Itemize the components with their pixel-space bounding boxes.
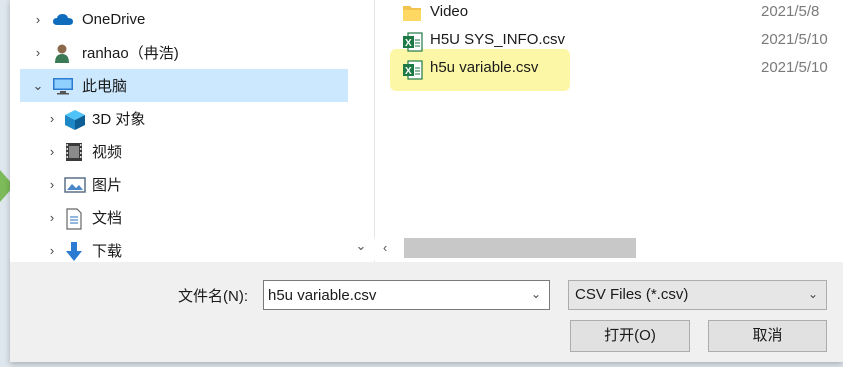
chevron-right-icon[interactable]: › [46,112,58,125]
chevron-right-icon[interactable]: › [32,46,44,59]
video-icon [64,142,84,162]
scroll-left-icon[interactable]: ‹ [383,240,397,256]
chevron-down-icon[interactable]: ⌄ [529,287,543,301]
scroll-down-icon[interactable]: ⌄ [353,238,369,254]
chevron-down-icon[interactable]: ⌄ [808,287,818,301]
document-icon [64,207,84,230]
filetype-selected-label: CSV Files (*.csv) [575,286,689,303]
file-row-h5u-sys-info[interactable]: X H5U SYS_INFO.csv 2021/5/10 [380,27,840,55]
open-button[interactable]: 打开(O) [570,320,690,352]
filename-label: 文件名(N): [178,288,248,305]
horizontal-scroll-thumb[interactable] [404,238,636,258]
filename-input[interactable] [268,285,518,305]
computer-icon [52,76,73,96]
navigation-pane: › OneDrive › ranhao（冉浩) ⌄ 此电脑 › 3D 对象 › … [10,0,374,262]
chevron-right-icon[interactable]: › [46,145,58,158]
file-name: H5U SYS_INFO.csv [430,31,566,48]
cloud-icon [52,10,73,30]
nav-item-onedrive[interactable]: › OneDrive [20,3,358,36]
cube-icon [64,109,85,130]
nav-item-this-pc[interactable]: ⌄ 此电脑 [20,69,358,102]
chevron-down-icon[interactable]: ⌄ [32,79,44,92]
chevron-right-icon[interactable]: › [32,13,44,26]
excel-csv-icon: X [402,31,423,52]
file-name: Video [430,3,469,20]
folder-icon [402,4,421,24]
svg-text:X: X [405,66,412,77]
nav-item-label: 此电脑 [82,78,128,95]
nav-item-label: 文档 [92,210,123,227]
file-name: h5u variable.csv [430,59,539,76]
file-date: 2021/5/10 [761,59,828,76]
nav-item-downloads[interactable]: › 下载 [20,234,358,267]
chevron-right-icon[interactable]: › [46,244,58,257]
nav-item-label: ranhao（冉浩) [82,45,179,62]
file-date: 2021/5/8 [761,3,820,20]
user-icon [52,43,72,63]
nav-vertical-scrollbar[interactable] [348,0,374,262]
nav-item-label: OneDrive [82,11,146,28]
nav-item-user[interactable]: › ranhao（冉浩) [20,36,358,69]
excel-csv-icon: X [402,59,423,80]
filename-combobox[interactable]: ⌄ [263,280,550,310]
nav-item-documents[interactable]: › 文档 [20,201,358,234]
nav-item-label: 视频 [92,144,123,161]
nav-item-pictures[interactable]: › 图片 [20,168,358,201]
file-row-h5u-variable[interactable]: X h5u variable.csv 2021/5/10 [380,55,840,83]
download-icon [64,241,84,261]
nav-item-videos[interactable]: › 视频 [20,135,358,168]
filetype-select[interactable]: CSV Files (*.csv) ⌄ [568,280,827,310]
file-row-video-folder[interactable]: Video 2021/5/8 [380,0,840,28]
nav-item-label: 图片 [92,177,123,194]
nav-item-label: 3D 对象 [92,111,146,128]
picture-icon [64,175,86,195]
chevron-right-icon[interactable]: › [46,178,58,191]
chevron-right-icon[interactable]: › [46,211,58,224]
cancel-button[interactable]: 取消 [708,320,827,352]
svg-text:X: X [405,38,412,49]
nav-item-label: 下载 [92,243,123,260]
file-date: 2021/5/10 [761,31,828,48]
nav-item-3d-objects[interactable]: › 3D 对象 [20,102,358,135]
